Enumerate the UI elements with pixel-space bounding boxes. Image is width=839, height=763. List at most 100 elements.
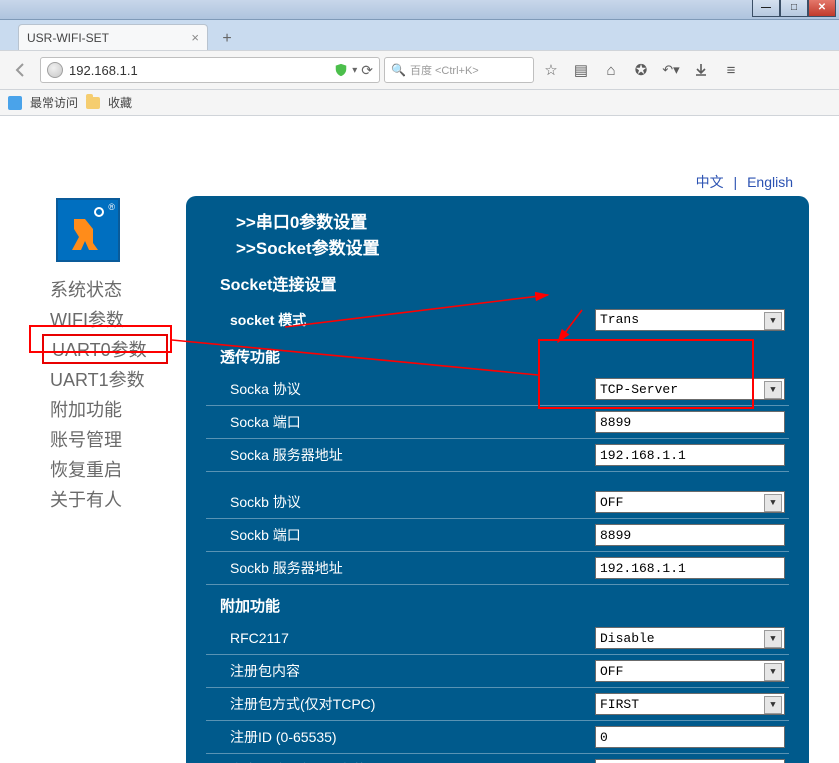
breadcrumb-2: >>Socket参数设置	[236, 236, 789, 262]
browser-toolbar: 192.168.1.1 ▾ ⟳ 🔍 百度 <Ctrl+K> ☆ ▤ ⌂ ✪ ↶▾…	[0, 50, 839, 90]
registered-icon: ®	[108, 202, 115, 212]
select-value: Trans	[600, 312, 639, 327]
input-field[interactable]	[600, 415, 780, 430]
sockb-port-input[interactable]	[595, 524, 785, 546]
back-button[interactable]	[6, 56, 36, 84]
input-field[interactable]	[600, 730, 780, 745]
regid-input[interactable]	[595, 726, 785, 748]
bookmark-recent[interactable]: 最常访问	[30, 94, 78, 111]
shield-icon	[334, 63, 348, 77]
sockb-proto-select[interactable]: OFF	[595, 491, 785, 513]
nav-label: 附加功能	[50, 396, 122, 422]
tab-title: USR-WIFI-SET	[27, 31, 109, 45]
sockb-server-input[interactable]	[595, 557, 785, 579]
bookmarks-bar: 最常访问 收藏	[0, 90, 839, 116]
main-panel: >>串口0参数设置 >>Socket参数设置 Socket连接设置 socket…	[186, 196, 809, 763]
input-field[interactable]	[600, 448, 780, 463]
bookmark-favorites[interactable]: 收藏	[108, 94, 132, 111]
nav-label: 关于有人	[50, 486, 122, 512]
socket-mode-label: socket 模式	[230, 310, 595, 330]
page-content: 中文 | English ® 系统状态 WIFI参数 UART0参数 UART1…	[0, 116, 839, 763]
group-extra-title: 附加功能	[220, 595, 789, 616]
menu-icon[interactable]: ≡	[718, 57, 744, 83]
breadcrumb: >>串口0参数设置 >>Socket参数设置	[236, 210, 789, 261]
window-minimize-button[interactable]	[752, 0, 780, 17]
sockb-proto-label: Sockb 协议	[230, 492, 595, 512]
select-value: FIRST	[600, 697, 639, 712]
socka-server-input[interactable]	[595, 444, 785, 466]
reload-icon[interactable]: ⟳	[361, 62, 373, 79]
nav-uart0-params[interactable]: UART0参数	[42, 334, 168, 364]
socket-mode-select[interactable]: Trans	[595, 309, 785, 331]
nav-label: UART1参数	[50, 366, 145, 392]
row-sockb-port: Sockb 端口	[206, 519, 789, 552]
group-transparent-title: 透传功能	[220, 346, 789, 367]
window-maximize-button[interactable]	[780, 0, 808, 17]
select-value: OFF	[600, 495, 623, 510]
row-regpkg-content: 注册包内容 OFF	[206, 655, 789, 688]
bookmark-star-icon[interactable]: ☆	[538, 57, 564, 83]
window-titlebar	[0, 0, 839, 20]
home-icon[interactable]: ⌂	[598, 57, 624, 83]
browser-tabstrip: USR-WIFI-SET × +	[0, 20, 839, 50]
input-field[interactable]	[600, 561, 780, 576]
close-tab-icon[interactable]: ×	[191, 30, 199, 45]
browser-tab[interactable]: USR-WIFI-SET ×	[18, 24, 208, 50]
custom-reg-input[interactable]	[595, 759, 785, 763]
sockb-server-label: Sockb 服务器地址	[230, 558, 595, 578]
lang-separator: |	[734, 174, 738, 190]
lang-zh-link[interactable]: 中文	[696, 174, 724, 190]
nav-about[interactable]: 关于有人	[42, 484, 168, 514]
nav-label: UART0参数	[52, 336, 147, 362]
regpkg-mode-label: 注册包方式(仅对TCPC)	[230, 694, 595, 714]
company-logo: ®	[56, 198, 120, 262]
nav-account-mgmt[interactable]: 账号管理	[42, 424, 168, 454]
row-sockb-server: Sockb 服务器地址	[206, 552, 789, 585]
nav-wifi-params[interactable]: WIFI参数	[42, 304, 168, 334]
globe-icon	[47, 62, 63, 78]
regpkg-content-select[interactable]: OFF	[595, 660, 785, 682]
nav-label: 系统状态	[50, 276, 122, 302]
devtools-icon[interactable]: ✪	[628, 57, 654, 83]
select-value: Disable	[600, 631, 655, 646]
downloads-icon[interactable]	[688, 57, 714, 83]
most-visited-icon	[8, 96, 22, 110]
window-close-button[interactable]	[808, 0, 836, 17]
row-socka-port: Socka 端口	[206, 406, 789, 439]
socka-proto-select[interactable]: TCP-Server	[595, 378, 785, 400]
row-socka-server: Socka 服务器地址	[206, 439, 789, 472]
nav-extra-functions[interactable]: 附加功能	[42, 394, 168, 424]
socka-server-label: Socka 服务器地址	[230, 445, 595, 465]
language-switch: 中文 | English	[696, 172, 793, 192]
sidebar-nav: 系统状态 WIFI参数 UART0参数 UART1参数 附加功能 账号管理 恢复…	[42, 274, 168, 514]
socka-port-label: Socka 端口	[230, 412, 595, 432]
row-regid: 注册ID (0-65535)	[206, 721, 789, 754]
select-value: OFF	[600, 664, 623, 679]
lang-en-link[interactable]: English	[747, 174, 793, 190]
rfc-select[interactable]: Disable	[595, 627, 785, 649]
search-bar[interactable]: 🔍 百度 <Ctrl+K>	[384, 57, 534, 83]
back-icon	[13, 62, 29, 78]
search-placeholder: 百度 <Ctrl+K>	[410, 62, 479, 78]
new-tab-button[interactable]: +	[214, 28, 240, 50]
sockb-port-label: Sockb 端口	[230, 525, 595, 545]
nav-system-status[interactable]: 系统状态	[42, 274, 168, 304]
row-sockb-proto: Sockb 协议 OFF	[206, 486, 789, 519]
url-text: 192.168.1.1	[69, 63, 138, 78]
download-arrow-icon	[694, 63, 708, 77]
section-socket-title: Socket连接设置	[220, 271, 789, 295]
socka-port-input[interactable]	[595, 411, 785, 433]
row-socka-proto: Socka 协议 TCP-Server	[206, 373, 789, 406]
nav-uart1-params[interactable]: UART1参数	[42, 364, 168, 394]
dropdown-icon[interactable]: ▾	[352, 65, 357, 76]
reading-list-icon[interactable]: ▤	[568, 57, 594, 83]
nav-label: WIFI参数	[50, 306, 124, 332]
regpkg-mode-select[interactable]: FIRST	[595, 693, 785, 715]
socka-proto-label: Socka 协议	[230, 379, 595, 399]
nav-label: 恢复重启	[50, 456, 122, 482]
input-field[interactable]	[600, 528, 780, 543]
url-bar[interactable]: 192.168.1.1 ▾ ⟳	[40, 57, 380, 83]
nav-restore-reboot[interactable]: 恢复重启	[42, 454, 168, 484]
history-back-small-icon[interactable]: ↶▾	[658, 57, 684, 83]
rfc-label: RFC2117	[230, 630, 595, 646]
